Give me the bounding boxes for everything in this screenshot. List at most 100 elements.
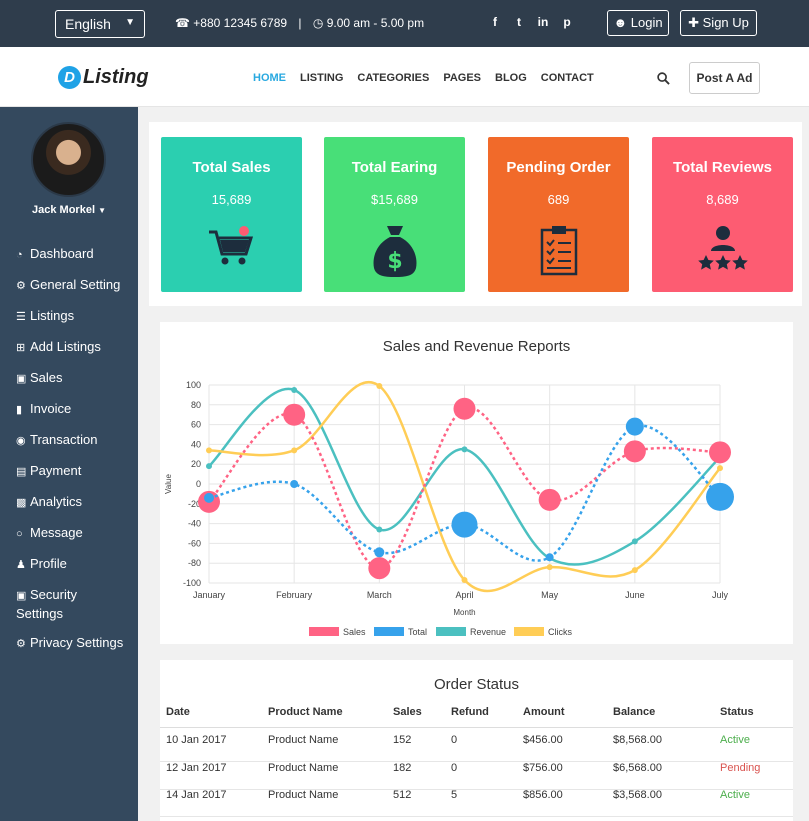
data-point-sales (453, 397, 476, 420)
sidebar-item-transaction[interactable]: ◉ Transaction (16, 431, 126, 450)
table-cell: $8,568.00 (613, 734, 662, 746)
credit-card-icon: ▤ (16, 466, 27, 478)
table-cell: $6,568.00 (613, 762, 662, 774)
sidebar-item-sales[interactable]: ▣ Sales (16, 369, 126, 388)
column-header[interactable]: Sales (393, 706, 422, 718)
business-hours: 9.00 am - 5.00 pm (326, 16, 425, 30)
y-tick-label: -80 (188, 558, 201, 568)
nav-listing[interactable]: LISTING (300, 72, 343, 84)
nav-pages[interactable]: PAGES (443, 72, 481, 84)
post-ad-button[interactable]: Post A Ad (689, 62, 760, 94)
nav-home[interactable]: HOME (253, 72, 286, 84)
y-tick-label: 0 (196, 479, 201, 489)
user-stars-icon (698, 226, 748, 270)
column-header[interactable]: Product Name (268, 706, 343, 718)
nav-blog[interactable]: BLOG (495, 72, 527, 84)
table-cell: 5 (451, 789, 458, 801)
nav-categories[interactable]: CATEGORIES (357, 72, 429, 84)
table-cell: $3,568.00 (613, 789, 662, 801)
card-value: 689 (547, 192, 570, 207)
nav-contact[interactable]: CONTACT (541, 72, 594, 84)
data-point-clicks (546, 564, 553, 571)
signup-label: Sign Up (702, 15, 749, 30)
sidebar-item-label: Listings (30, 308, 75, 323)
avatar[interactable] (31, 122, 106, 197)
gear-icon: ⚙ (16, 280, 26, 292)
legend-label: Clicks (548, 627, 572, 637)
table-cell: 10 Jan 2017 (166, 734, 227, 746)
sidebar-item-label: Analytics (30, 494, 83, 509)
column-header[interactable]: Amount (523, 706, 565, 718)
data-point-total (290, 480, 299, 488)
sidebar-item-label: Payment (30, 463, 82, 478)
total-reviews-card[interactable]: Total Reviews 8,689 (652, 137, 793, 292)
sidebar-item-message[interactable]: ○ Message (16, 524, 126, 543)
table-cell: 0 (451, 762, 458, 774)
data-point-total (625, 417, 644, 436)
sidebar-item-security-settings[interactable]: ▣ Security Settings (16, 586, 126, 622)
shopping-cart-icon (209, 226, 254, 265)
data-point-clicks (631, 567, 638, 574)
sidebar-item-analytics[interactable]: ▩ Analytics (16, 493, 126, 512)
language-value: English (65, 16, 111, 32)
data-point-sales (368, 557, 391, 580)
sidebar-item-label: General Setting (30, 277, 121, 292)
x-tick-label: May (541, 590, 559, 600)
data-point-revenue (291, 386, 298, 393)
total-earning-card[interactable]: Total Earing $15,689 $ (324, 137, 465, 292)
table-cell: Product Name (268, 734, 339, 746)
logo-mark: D (58, 66, 81, 89)
linkedin-icon[interactable]: in (531, 15, 555, 29)
user-menu[interactable]: Jack Morkel ▼ (0, 204, 138, 216)
table-row[interactable]: 10 Jan 2017 Product Name 152 0 $456.00 $… (160, 734, 793, 762)
plus-icon: ✚ (688, 15, 700, 30)
sidebar-item-privacy-settings[interactable]: ⚙ Privacy Settings (16, 634, 126, 653)
column-header[interactable]: Refund (451, 706, 489, 718)
x-tick-label: January (193, 590, 226, 600)
login-button[interactable]: ☻ Login (607, 10, 669, 36)
sidebar-item-profile[interactable]: ♟ Profile (16, 555, 126, 574)
sidebar-item-add-listings[interactable]: ⊞ Add Listings (16, 338, 126, 357)
search-icon[interactable] (657, 72, 670, 85)
status-badge: Pending (720, 762, 761, 774)
sales-revenue-chart-panel: Sales and Revenue Reports 100 80 60 40 20 0 -2… (160, 322, 793, 644)
sidebar-item-payment[interactable]: ▤ Payment (16, 462, 126, 481)
table-row[interactable]: 12 Jan 2017 Product Name 182 0 $756.00 $… (160, 762, 793, 790)
pending-order-card[interactable]: Pending Order 689 (488, 137, 629, 292)
sidebar-item-dashboard[interactable]: ◔ Dashboard (16, 245, 126, 264)
legend-label: Total (408, 627, 427, 637)
sidebar-item-label: Profile (30, 556, 67, 571)
x-axis-label: Month (453, 608, 475, 617)
column-header[interactable]: Date (166, 706, 190, 718)
sidebar-item-listings[interactable]: ☰ Listings (16, 307, 126, 326)
sidebar-menu: ◔ Dashboard ⚙ General Setting ☰ Listings ⊞ A… (16, 245, 126, 665)
column-header[interactable]: Status (720, 706, 754, 718)
x-tick-label: February (276, 590, 313, 600)
pinterest-icon[interactable]: p (555, 15, 579, 29)
table-row[interactable]: 14 Jan 2017 Product Name 512 5 $856.00 $… (160, 789, 793, 817)
data-point-total (545, 553, 554, 562)
y-tick-label: 100 (186, 380, 201, 390)
order-status-panel: Order Status Date Product Name Sales Ref… (160, 660, 793, 821)
facebook-icon[interactable]: f (483, 15, 507, 29)
sidebar-item-general-setting[interactable]: ⚙ General Setting (16, 276, 126, 295)
language-select[interactable]: English ▼ (55, 10, 145, 38)
site-logo[interactable]: D Listing (58, 66, 149, 89)
status-badge: Active (720, 789, 750, 801)
twitter-icon[interactable]: t (507, 15, 531, 29)
signup-button[interactable]: ✚ Sign Up (680, 10, 757, 36)
sidebar-item-invoice[interactable]: ▮ Invoice (16, 400, 126, 419)
list-icon: ☰ (16, 311, 26, 323)
data-point-clicks (376, 382, 383, 389)
table-cell: 512 (393, 789, 412, 801)
data-point-clicks (206, 447, 212, 454)
data-point-sales (538, 488, 561, 511)
y-tick-label: 80 (191, 400, 201, 410)
data-point-total (451, 511, 478, 538)
table-cell: 152 (393, 734, 412, 746)
column-header[interactable]: Balance (613, 706, 655, 718)
sidebar-item-label: Transaction (30, 432, 98, 447)
total-sales-card[interactable]: Total Sales 15,689 (161, 137, 302, 292)
data-point-revenue (461, 446, 468, 453)
user-icon: ♟ (16, 559, 26, 571)
